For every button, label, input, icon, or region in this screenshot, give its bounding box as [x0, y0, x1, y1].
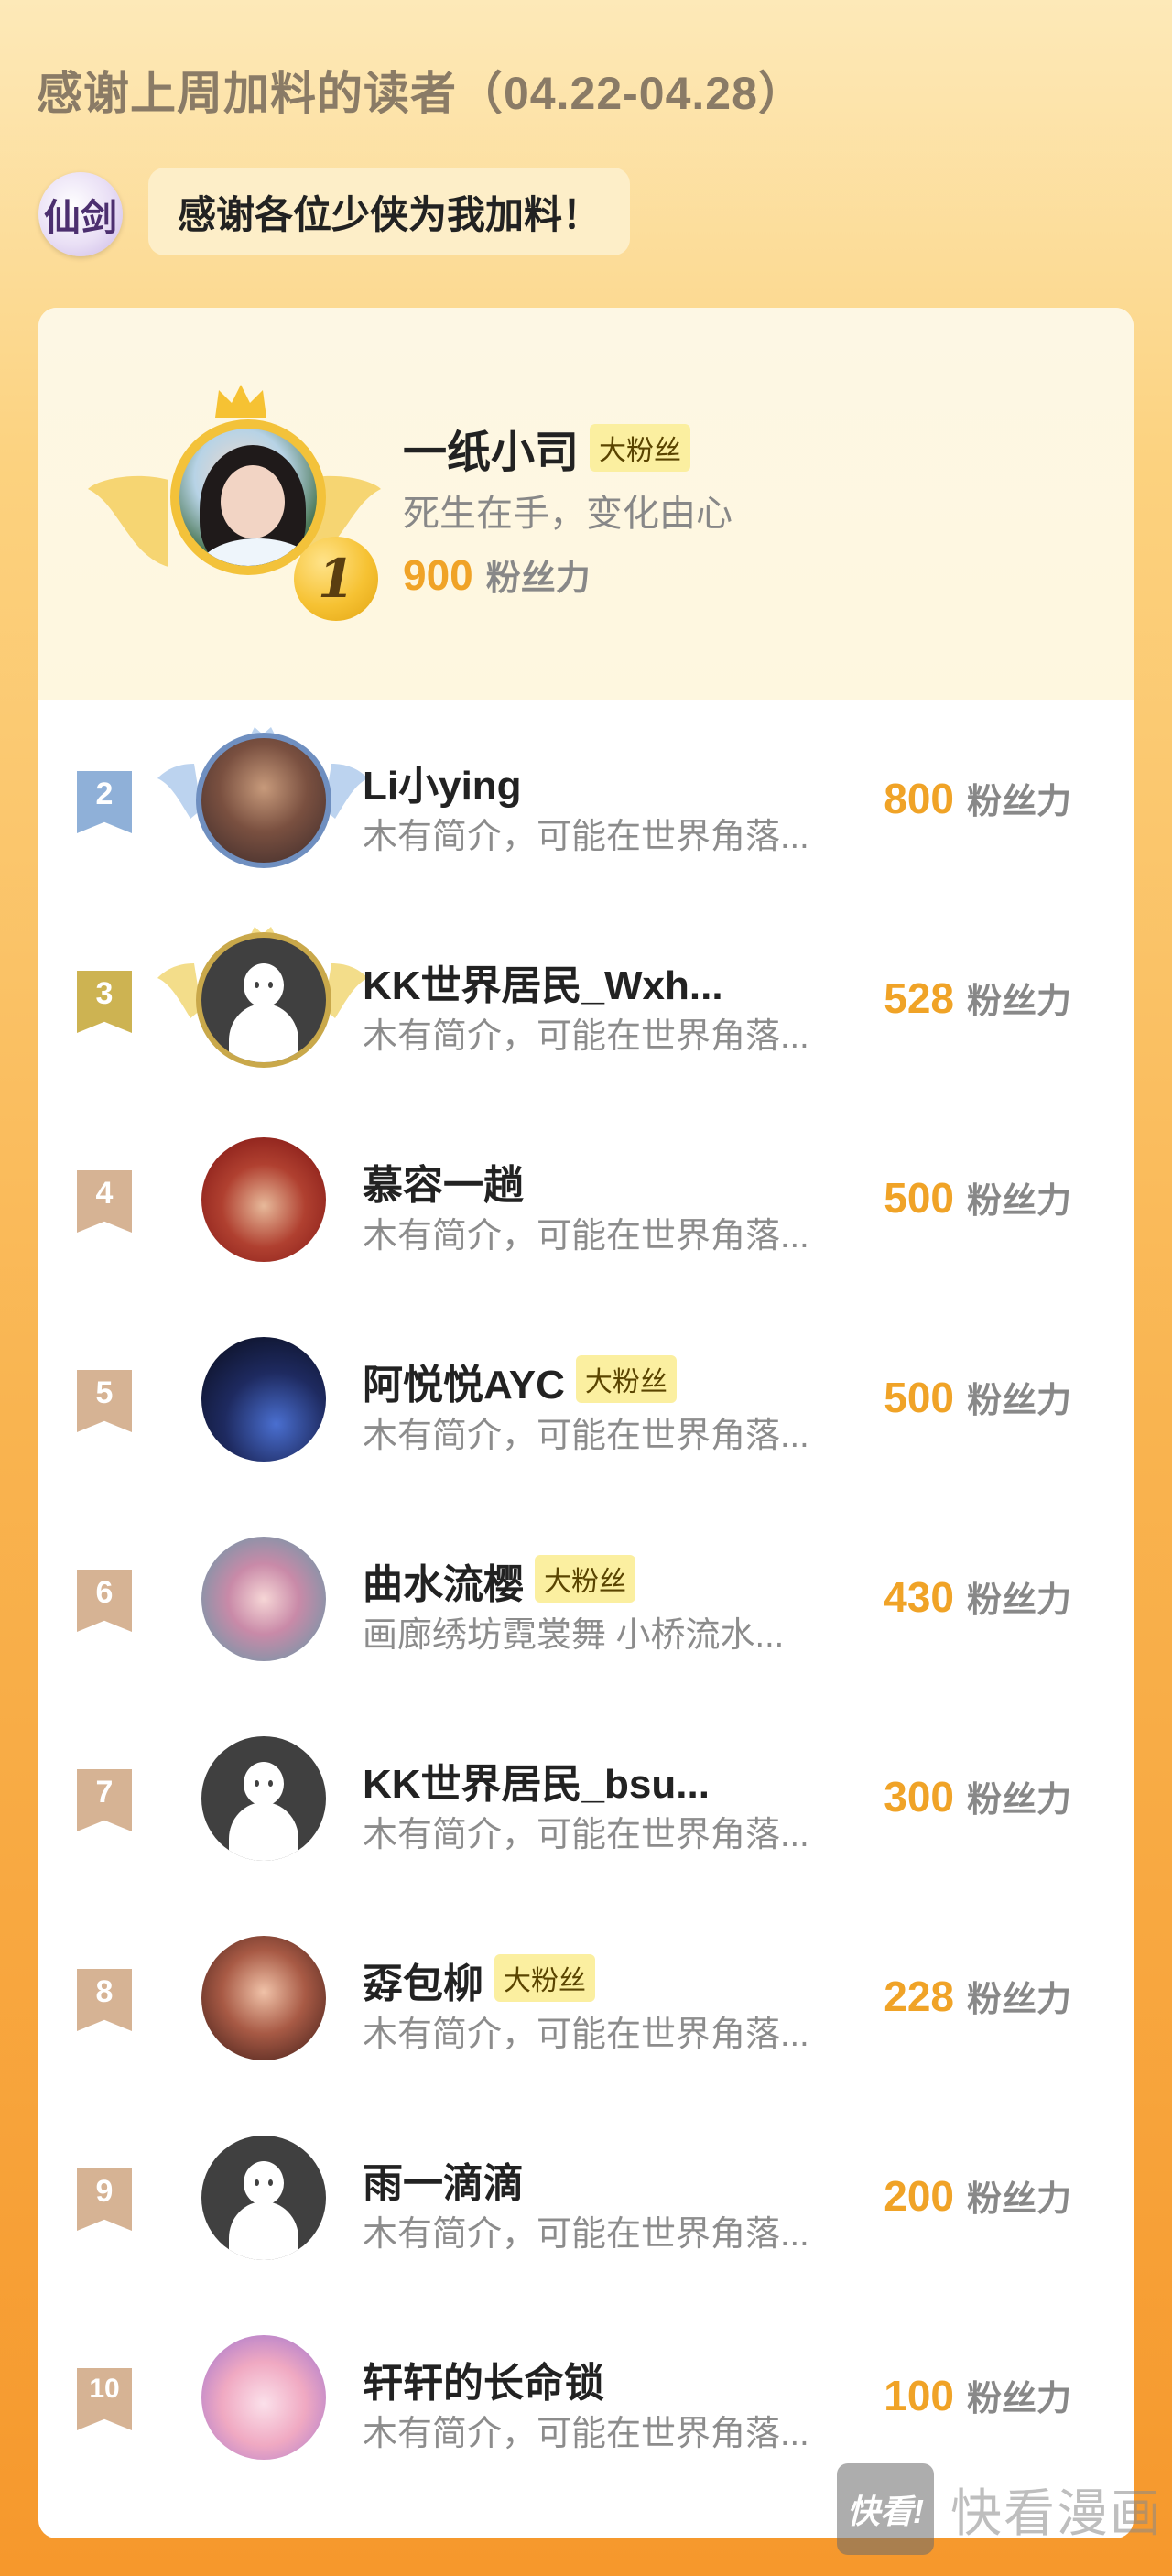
- fan-score: 430 粉丝力: [884, 1573, 1071, 1621]
- fan-score: 500 粉丝力: [884, 1174, 1071, 1222]
- user-avatar[interactable]: [201, 1936, 326, 2060]
- user-avatar[interactable]: [201, 1537, 326, 1661]
- user-name[interactable]: 孬包柳 大粉丝: [363, 1951, 595, 2009]
- user-description: 木有简介，可能在世界角落...: [363, 1017, 809, 1056]
- top-fan-name[interactable]: 一纸小司 大粉丝: [403, 416, 691, 480]
- top-fan-section[interactable]: 1 一纸小司 大粉丝 死生在手，变化由心 900 粉丝力: [38, 308, 1134, 700]
- big-fan-badge: 大粉丝: [494, 1954, 595, 2002]
- rank-flag: 10: [77, 2368, 132, 2430]
- rank-flag: 9: [77, 2168, 132, 2231]
- rank-flag: 7: [77, 1769, 132, 1831]
- user-description: 木有简介，可能在世界角落...: [363, 1417, 809, 1455]
- fan-score: 800 粉丝力: [884, 775, 1071, 822]
- list-item[interactable]: 9 雨一滴滴 木有简介，可能在世界角落... 200 粉丝力: [38, 2097, 1134, 2297]
- top-fan-motto: 死生在手，变化由心: [403, 494, 732, 534]
- user-description: 木有简介，可能在世界角落...: [363, 818, 809, 856]
- user-name[interactable]: Li小ying: [363, 753, 522, 811]
- list-item[interactable]: 2 Li小ying 木有简介，可能在世界角落... 800 粉丝力: [38, 700, 1134, 899]
- fan-score: 100 粉丝力: [884, 2372, 1071, 2419]
- avatar-frame: [157, 1725, 368, 1872]
- left-wing-icon: [88, 475, 168, 567]
- rank-flag: 5: [77, 1370, 132, 1432]
- big-fan-badge: 大粉丝: [575, 1355, 677, 1403]
- watermark-text: 快看漫画: [950, 2484, 1163, 2542]
- user-avatar[interactable]: [201, 2335, 326, 2460]
- fan-score: 500 粉丝力: [884, 1374, 1071, 1421]
- watermark: 快看! 快看漫画: [837, 2463, 1163, 2555]
- user-description: 画廊绣坊霓裳舞 小桥流水...: [363, 1616, 785, 1655]
- thanks-message-bubble: 感谢各位少侠为我加料！: [148, 168, 631, 255]
- kuaikan-logo-icon: 快看!: [837, 2463, 934, 2555]
- list-item[interactable]: 7 KK世界居民_bsu... 木有简介，可能在世界角落... 300 粉丝力: [38, 1698, 1134, 1897]
- fan-score: 228 粉丝力: [884, 1973, 1071, 2020]
- avatar-frame: [157, 2324, 368, 2471]
- ranking-card: 1 一纸小司 大粉丝 死生在手，变化由心 900 粉丝力 2 Li小ying 木有简…: [38, 308, 1134, 2538]
- avatar-frame: [157, 727, 368, 874]
- avatar-frame: [157, 1326, 368, 1473]
- list-item[interactable]: 8 孬包柳 大粉丝 木有简介，可能在世界角落... 228 粉丝力: [38, 1897, 1134, 2097]
- rank-flag: 4: [77, 1170, 132, 1233]
- big-fan-badge: 大粉丝: [590, 424, 691, 472]
- list-item[interactable]: 6 曲水流樱 大粉丝 画廊绣坊霓裳舞 小桥流水... 430 粉丝力: [38, 1498, 1134, 1698]
- avatar-frame: [157, 1126, 368, 1273]
- list-item[interactable]: 5 阿悦悦AYC 大粉丝 木有简介，可能在世界角落... 500 粉丝力: [38, 1299, 1134, 1498]
- fan-score: 300 粉丝力: [884, 1773, 1071, 1821]
- user-name[interactable]: 慕容一趟: [363, 1152, 524, 1211]
- rank-flag: 6: [77, 1570, 132, 1632]
- rank-1-medal: 1: [294, 537, 378, 621]
- user-name[interactable]: KK世界居民_Wxh...: [363, 952, 723, 1011]
- fan-score: 200 粉丝力: [884, 2172, 1071, 2220]
- avatar-frame: [157, 2125, 368, 2271]
- top-fan-score: 900 粉丝力: [403, 551, 591, 599]
- page-title: 感谢上周加料的读者（04.22-04.28）: [37, 68, 805, 119]
- user-description: 木有简介，可能在世界角落...: [363, 1816, 809, 1854]
- crown-icon: [215, 385, 266, 418]
- user-name[interactable]: 雨一滴滴: [363, 2150, 524, 2209]
- big-fan-badge: 大粉丝: [535, 1555, 635, 1603]
- user-name[interactable]: 阿悦悦AYC 大粉丝: [363, 1352, 677, 1410]
- list-item[interactable]: 3 KK世界居民_Wxh... 木有简介，可能在世界角落... 528 粉丝力: [38, 899, 1134, 1099]
- user-avatar[interactable]: [201, 1337, 326, 1462]
- rank-flag: 3: [77, 971, 132, 1033]
- user-avatar[interactable]: [201, 2136, 326, 2260]
- user-name[interactable]: KK世界居民_bsu...: [363, 1751, 710, 1810]
- user-name[interactable]: 曲水流樱 大粉丝: [363, 1551, 635, 1610]
- user-avatar[interactable]: [196, 733, 331, 868]
- user-description: 木有简介，可能在世界角落...: [363, 1217, 809, 1255]
- avatar-frame: [157, 927, 368, 1073]
- user-description: 木有简介，可能在世界角落...: [363, 2215, 809, 2254]
- app-logo: 仙剑: [38, 172, 123, 256]
- list-item[interactable]: 4 慕容一趟 木有简介，可能在世界角落... 500 粉丝力: [38, 1099, 1134, 1299]
- user-description: 木有简介，可能在世界角落...: [363, 2415, 809, 2453]
- top-fan-avatar-frame: 1: [88, 381, 381, 621]
- fan-score: 528 粉丝力: [884, 974, 1071, 1022]
- user-name[interactable]: 轩轩的长命锁: [363, 2350, 604, 2408]
- avatar-frame: [157, 1526, 368, 1672]
- rank-flag: 2: [77, 771, 132, 833]
- user-avatar[interactable]: [201, 1137, 326, 1262]
- user-description: 木有简介，可能在世界角落...: [363, 2016, 809, 2054]
- avatar-frame: [157, 1925, 368, 2071]
- rank-flag: 8: [77, 1969, 132, 2031]
- user-avatar[interactable]: [196, 932, 331, 1068]
- user-avatar[interactable]: [201, 1736, 326, 1861]
